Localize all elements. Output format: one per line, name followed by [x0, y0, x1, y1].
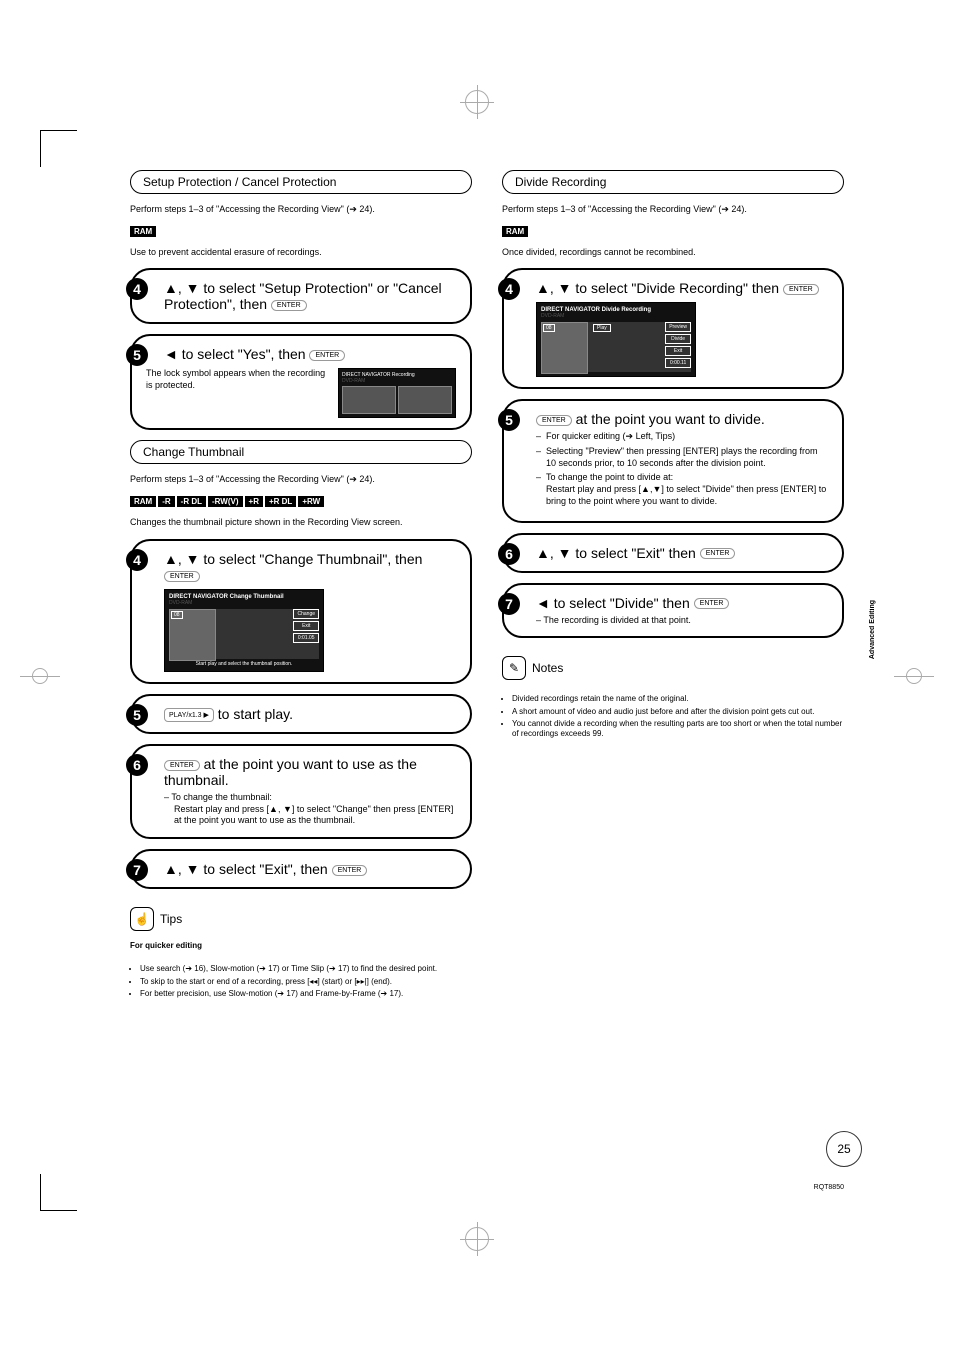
step-number: 7	[126, 859, 148, 881]
play-icon: PLAY/x1.3 ▶	[164, 708, 214, 722]
side-tab: Advanced Editing	[869, 600, 876, 659]
right-column: Divide Recording Perform steps 1–3 of "A…	[502, 170, 844, 1001]
enter-icon: ENTER	[783, 284, 819, 295]
step-5-divide: 5 ENTER at the point you want to divide.…	[502, 399, 844, 522]
osd-screenshot: DIRECT NAVIGATOR Divide Recording DVD-RA…	[536, 302, 696, 377]
osd-menu: Preview Divide Exit 0:00.11	[665, 322, 691, 372]
step-7-thumbnail: 7 ▲, ▼ to select "Exit", then ENTER	[130, 849, 472, 889]
step-text: ▲, ▼ to select "Change Thumbnail", then …	[164, 551, 456, 583]
prw-badge: +RW	[298, 496, 324, 507]
r-badge: -R	[158, 496, 174, 507]
step-text: ▲, ▼ to select "Exit" then ENTER	[536, 545, 828, 561]
step-number: 4	[126, 549, 148, 571]
enter-icon: ENTER	[332, 865, 368, 876]
step-text: ▲, ▼ to select "Divide Recording" then E…	[536, 280, 828, 296]
step-number: 5	[126, 704, 148, 726]
step-text: ◄ to select "Yes", then ENTER	[164, 346, 456, 362]
section-title-divide: Divide Recording	[502, 170, 844, 194]
osd-menu: Change Exit 0:01.05	[293, 609, 319, 659]
step-4-protection: 4 ▲, ▼ to select "Setup Protection" or "…	[130, 268, 472, 324]
step-5-protection: 5 ◄ to select "Yes", then ENTER The lock…	[130, 334, 472, 430]
section-title-protection: Setup Protection / Cancel Protection	[130, 170, 472, 194]
step-number: 6	[126, 754, 148, 776]
section-title-thumbnail: Change Thumbnail	[130, 440, 472, 464]
step-6-thumbnail: 6 ENTER at the point you want to use as …	[130, 744, 472, 839]
enter-icon: ENTER	[694, 598, 730, 609]
notes-icon: ✎	[502, 656, 526, 680]
step-number: 4	[126, 278, 148, 300]
enter-icon: ENTER	[536, 415, 572, 426]
step-number: 5	[498, 409, 520, 431]
osd-screenshot: DIRECT NAVIGATOR Change Thumbnail DVD-RA…	[164, 589, 324, 672]
left-column: Setup Protection / Cancel Protection Per…	[130, 170, 472, 1001]
step-6-divide: 6 ▲, ▼ to select "Exit" then ENTER	[502, 533, 844, 573]
enter-icon: ENTER	[164, 571, 200, 582]
desc-text: Use to prevent accidental erasure of rec…	[130, 247, 472, 259]
badge-row: RAM	[502, 226, 844, 237]
lock-description: The lock symbol appears when the recordi…	[146, 368, 330, 391]
desc-text: Changes the thumbnail picture shown in t…	[130, 517, 472, 529]
badge-row: RAM-R-R DL-RW(V)+R+R DL+RW	[130, 496, 472, 507]
step-number: 5	[126, 344, 148, 366]
enter-icon: ENTER	[271, 300, 307, 311]
rwv-badge: -RW(V)	[208, 496, 243, 507]
intro-text: Perform steps 1–3 of "Accessing the Reco…	[502, 204, 844, 216]
step-text: ENTER at the point you want to use as th…	[164, 756, 456, 788]
ram-badge: RAM	[502, 226, 528, 237]
ram-badge: RAM	[130, 496, 156, 507]
step-text: ENTER at the point you want to divide.	[536, 411, 828, 427]
osd-screenshot: DIRECT NAVIGATOR Recording DVD-RAM	[338, 368, 456, 418]
step-5-thumbnail: 5 PLAY/x1.3 ▶ to start play.	[130, 694, 472, 734]
rdl-badge: -R DL	[177, 496, 206, 507]
sub-instruction: – To change the thumbnail: Restart play …	[164, 792, 456, 827]
step-number: 6	[498, 543, 520, 565]
page-number: 25	[826, 1131, 862, 1167]
sub-list: For quicker editing (➔ Left, Tips) Selec…	[536, 431, 828, 507]
document-code: RQT8850	[814, 1184, 844, 1191]
desc-text: Once divided, recordings cannot be recom…	[502, 247, 844, 259]
step-text: PLAY/x1.3 ▶ to start play.	[164, 706, 456, 722]
step-4-divide: 4 ▲, ▼ to select "Divide Recording" then…	[502, 268, 844, 389]
intro-text: Perform steps 1–3 of "Accessing the Reco…	[130, 204, 472, 216]
step-text: ◄ to select "Divide" then ENTER	[536, 595, 828, 611]
badge-row: RAM	[130, 226, 472, 237]
intro-text: Perform steps 1–3 of "Accessing the Reco…	[130, 474, 472, 486]
registration-mark	[465, 1227, 489, 1251]
step-number: 7	[498, 593, 520, 615]
notes-list: Divided recordings retain the name of th…	[502, 694, 844, 742]
step-7-divide: 7 ◄ to select "Divide" then ENTER – The …	[502, 583, 844, 639]
tips-list: Use search (➔ 16), Slow-motion (➔ 17) or…	[130, 964, 472, 1001]
step-number: 4	[498, 278, 520, 300]
step-4-thumbnail: 4 ▲, ▼ to select "Change Thumbnail", the…	[130, 539, 472, 684]
enter-icon: ENTER	[309, 350, 345, 361]
step-text: ▲, ▼ to select "Exit", then ENTER	[164, 861, 456, 877]
tips-icon: ☝	[130, 907, 154, 931]
ram-badge: RAM	[130, 226, 156, 237]
sub-instruction: – The recording is divided at that point…	[536, 615, 828, 627]
prdl-badge: +R DL	[265, 496, 296, 507]
tips-heading: ☝ Tips	[130, 907, 472, 931]
enter-icon: ENTER	[164, 760, 200, 771]
pr-badge: +R	[245, 496, 263, 507]
tips-subtitle: For quicker editing	[130, 941, 472, 950]
step-text: ▲, ▼ to select "Setup Protection" or "Ca…	[164, 280, 456, 312]
crop-mark	[40, 1174, 77, 1211]
notes-heading: ✎ Notes	[502, 656, 844, 680]
enter-icon: ENTER	[700, 548, 736, 559]
